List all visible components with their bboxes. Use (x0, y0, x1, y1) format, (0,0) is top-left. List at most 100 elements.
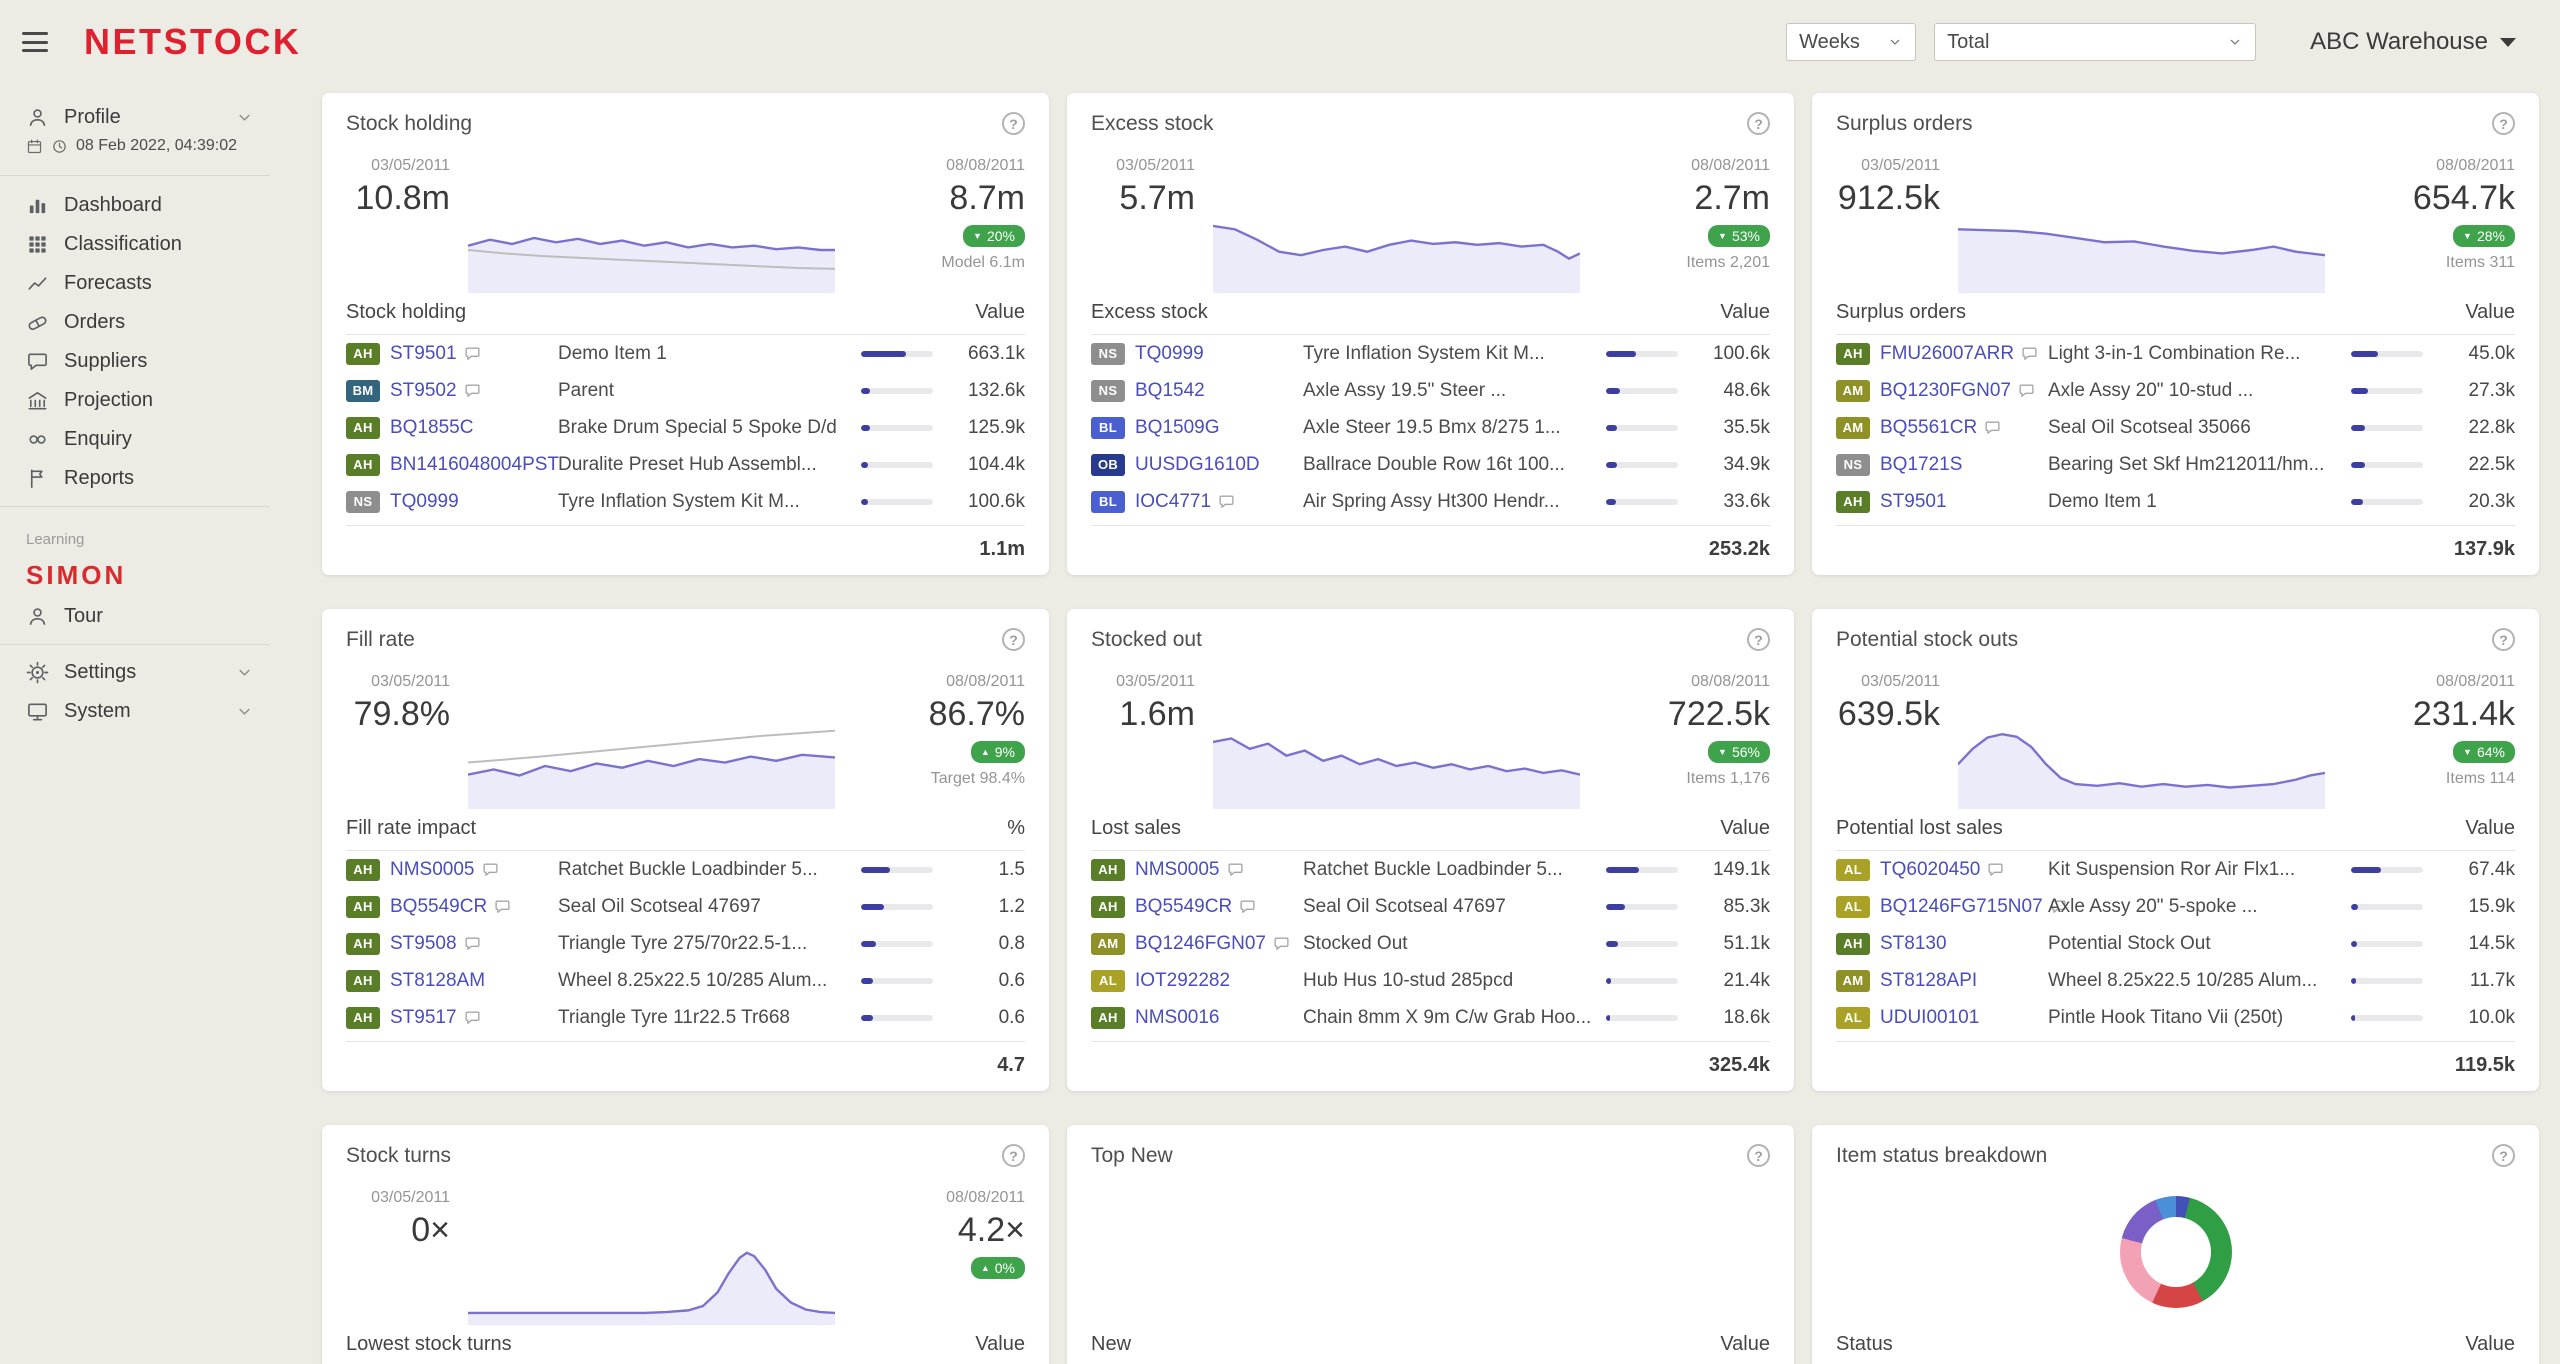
item-code-link[interactable]: ST9508 (390, 933, 457, 955)
sidebar-item-reports[interactable]: Reports (0, 459, 270, 498)
item-code-link[interactable]: NMS0005 (390, 859, 475, 881)
measure-select[interactable]: Total (1934, 23, 2257, 61)
item-code-link[interactable]: TQ6020450 (1880, 859, 1980, 881)
chevron-down-icon (235, 663, 254, 682)
item-code-link[interactable]: BQ1246FGN07 (1135, 933, 1266, 955)
simon-logo[interactable]: SIMON (0, 552, 270, 597)
comment-icon[interactable] (464, 382, 481, 399)
card-stats: 03/05/2011 639.5k 08/08/2011 231.4k ▼ 64% Ite… (1836, 663, 2515, 809)
item-code-link[interactable]: TQ0999 (1135, 343, 1204, 365)
comment-icon[interactable] (1273, 935, 1290, 952)
table-total: 1.1m (346, 525, 1025, 561)
help-icon[interactable]: ? (1747, 628, 1770, 651)
sidebar-item-system[interactable]: System (0, 692, 270, 731)
class-badge: AH (346, 342, 380, 365)
item-code-link[interactable]: ST9501 (390, 343, 457, 365)
comment-icon[interactable] (2021, 345, 2038, 362)
card-stats: 03/05/2011 0× 08/08/2011 4.2× ▲ 0% (346, 1179, 1025, 1325)
table-row: OB UUSDG1610D Ballrace Double Row 16t 10… (1091, 446, 1770, 483)
sidebar-item-tour[interactable]: Tour (0, 597, 270, 636)
item-code-link[interactable]: IOT292282 (1135, 970, 1230, 992)
help-icon[interactable]: ? (1747, 112, 1770, 135)
help-icon[interactable]: ? (1002, 112, 1025, 135)
item-code-link[interactable]: ST8128AM (390, 970, 485, 992)
item-value: 10.0k (2468, 1006, 2515, 1028)
help-icon[interactable]: ? (2492, 112, 2515, 135)
table-row: AM BQ1246FGN07 Stocked Out 51.1k (1091, 925, 1770, 962)
period-select[interactable]: Weeks (1786, 23, 1917, 61)
help-icon[interactable]: ? (2492, 628, 2515, 651)
item-code-link[interactable]: UUSDG1610D (1135, 454, 1260, 476)
item-code-link[interactable]: FMU26007ARR (1880, 343, 2014, 365)
table-row: AL TQ6020450 Kit Suspension Ror Air Flx1… (1836, 851, 2515, 888)
table-total: 119.5k (1836, 1041, 2515, 1077)
item-code-link[interactable]: NMS0005 (1135, 859, 1220, 881)
sidebar-item-dashboard[interactable]: Dashboard (0, 186, 270, 225)
card-stock-turns: Stock turns ? 03/05/2011 0× 08/08/2011 4.2… (322, 1125, 1049, 1364)
sidebar-item-settings[interactable]: Settings (0, 653, 270, 692)
item-value: 34.9k (1723, 453, 1770, 475)
item-code-link[interactable]: BQ1246FG715N07 (1880, 896, 2043, 918)
comment-icon[interactable] (464, 935, 481, 952)
item-code-link[interactable]: BQ1542 (1135, 380, 1205, 402)
item-code-link[interactable]: BQ1509G (1135, 417, 1220, 439)
table-row: AH ST9517 Triangle Tyre 11r22.5 Tr668 0.… (346, 999, 1025, 1036)
start-date: 03/05/2011 (1116, 673, 1195, 690)
item-code-link[interactable]: ST8130 (1880, 933, 1947, 955)
item-code-link[interactable]: BQ5549CR (390, 896, 487, 918)
help-icon[interactable]: ? (2492, 1144, 2515, 1167)
class-badge: AH (1091, 858, 1125, 881)
item-code-link[interactable]: BQ5549CR (1135, 896, 1232, 918)
sidebar-item-suppliers[interactable]: Suppliers (0, 342, 270, 381)
end-date: 08/08/2011 (946, 673, 1025, 690)
item-value: 20.3k (2468, 490, 2515, 512)
sidebar-item-classification[interactable]: Classification (0, 225, 270, 264)
value-bar (2351, 350, 2423, 357)
comment-icon[interactable] (464, 1009, 481, 1026)
arrow-up-icon: ▲ (980, 1262, 990, 1273)
item-code-link[interactable]: BN1416048004PST (390, 454, 559, 476)
item-description: Ratchet Buckle Loadbinder 5... (1303, 858, 1563, 880)
value-bar (861, 387, 933, 394)
comment-icon[interactable] (482, 861, 499, 878)
warehouse-select[interactable]: ABC Warehouse (2310, 28, 2516, 56)
item-code-link[interactable]: IOC4771 (1135, 491, 1211, 513)
table-row: AL BQ1246FG715N07 Axle Assy 20" 5-spoke … (1836, 888, 2515, 925)
sidebar-item-forecasts[interactable]: Forecasts (0, 264, 270, 303)
comment-icon[interactable] (1227, 861, 1244, 878)
class-badge: AH (346, 969, 380, 992)
item-code-link[interactable]: ST9502 (390, 380, 457, 402)
help-icon[interactable]: ? (1747, 1144, 1770, 1167)
sidebar-item-projection[interactable]: Projection (0, 381, 270, 420)
end-date: 08/08/2011 (2436, 673, 2515, 690)
learning-section-label: Learning (26, 531, 85, 548)
start-value: 5.7m (1119, 179, 1195, 217)
comment-icon[interactable] (2018, 382, 2035, 399)
comment-icon[interactable] (1239, 898, 1256, 915)
sidebar-item-enquiry[interactable]: Enquiry (0, 420, 270, 459)
change-badge: ▲ 9% (970, 741, 1025, 763)
sidebar-item-orders[interactable]: Orders (0, 303, 270, 342)
item-code-link[interactable]: ST9501 (1880, 491, 1947, 513)
help-icon[interactable]: ? (1002, 628, 1025, 651)
item-code-link[interactable]: BQ1855C (390, 417, 473, 439)
comment-icon[interactable] (1218, 493, 1235, 510)
menu-icon[interactable] (22, 32, 48, 52)
item-code-link[interactable]: BQ1230FGN07 (1880, 380, 2011, 402)
item-description: Parent (558, 379, 614, 401)
comment-icon[interactable] (494, 898, 511, 915)
comment-icon[interactable] (464, 345, 481, 362)
item-code-link[interactable]: BQ5561CR (1880, 417, 1977, 439)
item-code-link[interactable]: UDUI00101 (1880, 1007, 1979, 1029)
brand-logo: NETSTOCK (84, 21, 302, 62)
item-code-link[interactable]: BQ1721S (1880, 454, 1962, 476)
item-code-link[interactable]: ST9517 (390, 1007, 457, 1029)
comment-icon[interactable] (1984, 419, 2001, 436)
profile-menu[interactable]: Profile (0, 98, 270, 137)
help-icon[interactable]: ? (1002, 1144, 1025, 1167)
comment-icon[interactable] (1987, 861, 2004, 878)
item-code-link[interactable]: NMS0016 (1135, 1007, 1220, 1029)
item-code-link[interactable]: TQ0999 (390, 491, 459, 513)
card-stats: 03/05/2011 10.8m 08/08/2011 8.7m ▼ 20% Model … (346, 147, 1025, 293)
item-code-link[interactable]: ST8128API (1880, 970, 1977, 992)
